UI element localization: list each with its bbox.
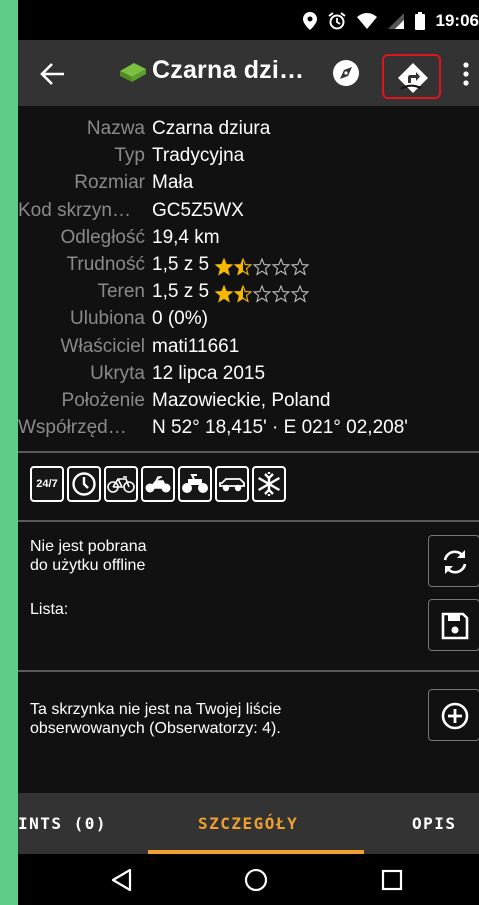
detail-value: 0 (0%) — [152, 308, 208, 330]
detail-label: Właściciel — [60, 335, 145, 357]
star-half-icon — [234, 285, 253, 303]
nav-recents-icon[interactable] — [380, 868, 404, 897]
detail-label: Ukryta — [90, 362, 145, 384]
detail-label: Kod skrzyn… — [18, 199, 131, 221]
star-empty-icon — [272, 257, 291, 276]
tab-bar: INTS (0) SZCZEGÓŁY OPIS — [18, 793, 479, 854]
detail-row-hidden: Ukryta 12 lipca 2015 — [18, 363, 479, 390]
refresh-icon — [443, 550, 467, 574]
list-label: Lista: — [30, 601, 69, 618]
star-half-icon — [234, 257, 253, 276]
offroad-vehicle-icon[interactable] — [215, 466, 249, 502]
status-bar: 19:06 — [18, 0, 479, 40]
star-empty-icon — [291, 285, 310, 303]
compass-icon[interactable] — [332, 59, 360, 87]
tab-waypoints[interactable]: INTS (0) — [18, 814, 107, 833]
detail-value: 1,5 z 5 — [152, 254, 310, 278]
detail-label: Teren — [97, 281, 145, 303]
status-time: 19:06 — [435, 11, 479, 30]
detail-row-code: Kod skrzyn… GC5Z5WX — [18, 200, 479, 227]
watchlist-status: Ta skrzynka nie jest na Twojej liście ob… — [30, 701, 282, 737]
divider — [18, 451, 479, 453]
back-arrow-icon[interactable] — [38, 60, 70, 88]
available-24-7-icon[interactable]: 24/7 — [30, 466, 64, 502]
phone-screen: 19:06 Czarna dzi… Nazwa Czarna dziura Ty… — [18, 0, 479, 905]
detail-value: 12 lipca 2015 — [152, 362, 266, 384]
nav-back-icon[interactable] — [110, 868, 134, 897]
save-icon — [441, 612, 469, 640]
detail-label: Ulubiona — [70, 308, 145, 330]
detail-value: 1,5 z 5 — [152, 281, 310, 305]
snowflake-icon[interactable] — [252, 466, 286, 502]
detail-value: Mazowieckie, Poland — [152, 389, 331, 411]
detail-label: Nazwa — [86, 118, 145, 139]
quad-icon[interactable] — [178, 466, 212, 502]
refresh-button[interactable] — [428, 535, 479, 587]
add-to-watchlist-button[interactable] — [428, 689, 479, 741]
more-vert-icon[interactable] — [462, 62, 470, 86]
star-empty-icon — [253, 257, 272, 276]
detail-value: Mała — [152, 172, 194, 194]
star-empty-icon — [253, 285, 272, 303]
owner-link[interactable]: mati11661 — [152, 336, 239, 358]
cache-type-icon — [118, 61, 148, 83]
save-button[interactable] — [428, 599, 479, 651]
star-empty-icon — [272, 285, 291, 303]
detail-value: Tradycyjna — [152, 145, 245, 167]
star-full-icon — [215, 285, 234, 303]
detail-label: Współrzęd… — [18, 417, 127, 439]
signal-icon — [387, 13, 404, 29]
detail-label: Odległość — [60, 226, 146, 248]
terrain-value: 1,5 z 5 — [152, 281, 210, 303]
detail-row-favorite: Ulubiona 0 (0%) — [18, 308, 479, 335]
navigate-button[interactable] — [382, 54, 441, 99]
star-full-icon — [215, 257, 234, 276]
alarm-icon — [327, 12, 346, 30]
difficulty-stars — [215, 256, 310, 278]
system-nav-bar — [18, 854, 479, 905]
detail-row-distance: Odległość 19,4 km — [18, 227, 479, 254]
offline-status: Nie jest pobrana do użytku offline — [30, 538, 147, 574]
navigate-icon — [398, 63, 428, 93]
terrain-stars — [215, 283, 310, 305]
divider — [18, 670, 479, 672]
divider — [18, 520, 479, 522]
detail-row-owner: Właściciel mati11661 — [18, 336, 479, 363]
motorcycle-icon[interactable] — [141, 466, 175, 502]
page-title: Czarna dzi… — [152, 56, 305, 84]
detail-label: Położenie — [61, 389, 145, 411]
detail-row-name: Nazwa Czarna dziura — [18, 118, 479, 145]
detail-label: Typ — [114, 145, 145, 167]
tab-description[interactable]: OPIS — [412, 814, 457, 833]
star-empty-icon — [291, 257, 310, 276]
battery-icon — [414, 12, 425, 30]
detail-label: Rozmiar — [74, 172, 145, 194]
detail-row-location: Położenie Mazowieckie, Poland — [18, 390, 479, 417]
detail-row-type: Typ Tradycyjna — [18, 145, 479, 172]
tab-details[interactable]: SZCZEGÓŁY — [198, 814, 298, 833]
clock-icon[interactable] — [67, 466, 101, 502]
cache-details: Nazwa Czarna dziura Typ Tradycyjna Rozmi… — [18, 118, 479, 444]
detail-row-size: Rozmiar Mała — [18, 172, 479, 199]
detail-value: GC5Z5WX — [152, 199, 244, 221]
detail-row-coordinates: Współrzęd… N 52° 18,415' · E 021° 02,208… — [18, 417, 479, 444]
app-bar: Czarna dzi… — [18, 40, 479, 106]
detail-row-difficulty: Trudność 1,5 z 5 — [18, 254, 479, 281]
attribute-icons: 24/7 — [30, 466, 286, 506]
add-circle-icon — [441, 702, 469, 730]
nav-home-icon[interactable] — [244, 868, 268, 897]
detail-value: 19,4 km — [152, 226, 220, 248]
coordinates-value[interactable]: N 52° 18,415' · E 021° 02,208' — [152, 417, 408, 439]
detail-value: Czarna dziura — [152, 118, 271, 139]
detail-label: Trudność — [66, 253, 146, 275]
bicycle-icon[interactable] — [104, 466, 138, 502]
wifi-icon — [356, 13, 377, 29]
location-icon — [302, 12, 317, 30]
detail-row-terrain: Teren 1,5 z 5 — [18, 281, 479, 308]
difficulty-value: 1,5 z 5 — [152, 253, 210, 275]
